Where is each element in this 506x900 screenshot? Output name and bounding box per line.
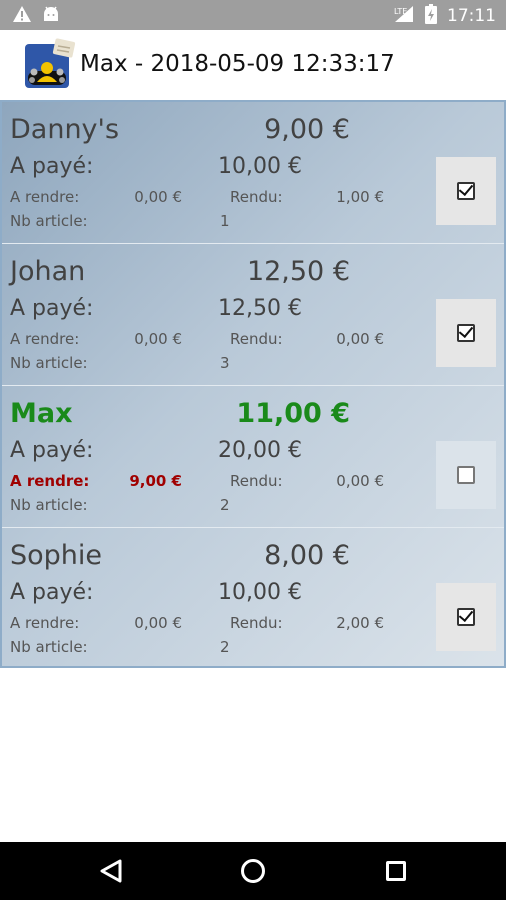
to-return-label: A rendre: bbox=[10, 614, 80, 632]
to-return-value: 0,00 € bbox=[134, 614, 182, 632]
order-total: 8,00 € bbox=[264, 540, 350, 571]
to-return-label: A rendre: bbox=[10, 472, 90, 490]
nb-article-label: Nb article: bbox=[10, 638, 88, 656]
back-icon[interactable] bbox=[98, 858, 124, 888]
list-item-active[interactable]: Max 11,00 € A payé: 20,00 € A rendre: 9,… bbox=[2, 386, 504, 528]
signal-lte-icon: LTE bbox=[393, 5, 415, 27]
paid-value: 10,00 € bbox=[218, 580, 302, 605]
warning-icon bbox=[12, 5, 32, 27]
nb-article-value: 3 bbox=[220, 354, 230, 372]
nb-article-value: 1 bbox=[220, 212, 230, 230]
client-name: Sophie bbox=[10, 540, 103, 571]
returned-value: 0,00 € bbox=[336, 330, 384, 348]
list-item[interactable]: Sophie 8,00 € A payé: 10,00 € A rendre: … bbox=[2, 528, 504, 670]
to-return-value: 0,00 € bbox=[134, 188, 182, 206]
navigation-bar bbox=[0, 842, 506, 900]
paid-label: A payé: bbox=[10, 296, 94, 321]
paid-label: A payé: bbox=[10, 438, 94, 463]
returned-label: Rendu: bbox=[230, 472, 283, 490]
to-return-value: 0,00 € bbox=[134, 330, 182, 348]
to-return-label: A rendre: bbox=[10, 188, 80, 206]
returned-label: Rendu: bbox=[230, 330, 283, 348]
app-bar: Max - 2018-05-09 12:33:17 bbox=[0, 30, 506, 100]
android-icon bbox=[42, 6, 60, 26]
svg-text:LTE: LTE bbox=[394, 7, 407, 16]
list-item[interactable]: Johan 12,50 € A payé: 12,50 € A rendre: … bbox=[2, 244, 504, 386]
checkbox-checked-icon bbox=[457, 608, 475, 626]
paid-value: 12,50 € bbox=[218, 296, 302, 321]
nb-article-label: Nb article: bbox=[10, 354, 88, 372]
recents-icon[interactable] bbox=[386, 861, 406, 881]
paid-checkbox[interactable] bbox=[436, 583, 496, 651]
to-return-label: A rendre: bbox=[10, 330, 80, 348]
nb-article-label: Nb article: bbox=[10, 496, 88, 514]
battery-icon bbox=[425, 4, 437, 28]
group-people-icon[interactable] bbox=[24, 38, 76, 90]
order-total: 12,50 € bbox=[246, 256, 350, 287]
list-item[interactable]: Danny's 9,00 € A payé: 10,00 € A rendre:… bbox=[2, 102, 504, 244]
paid-checkbox[interactable] bbox=[436, 299, 496, 367]
returned-label: Rendu: bbox=[230, 188, 283, 206]
status-time: 17:11 bbox=[447, 6, 496, 26]
returned-value: 1,00 € bbox=[336, 188, 384, 206]
paid-label: A payé: bbox=[10, 580, 94, 605]
order-total: 11,00 € bbox=[236, 398, 350, 429]
returned-value: 2,00 € bbox=[336, 614, 384, 632]
paid-checkbox[interactable] bbox=[436, 441, 496, 509]
nb-article-value: 2 bbox=[220, 496, 230, 514]
nb-article-value: 2 bbox=[220, 638, 230, 656]
client-name: Max bbox=[10, 398, 73, 429]
returned-value: 0,00 € bbox=[336, 472, 384, 490]
client-name: Johan bbox=[10, 256, 86, 287]
app-title: Max - 2018-05-09 12:33:17 bbox=[80, 51, 395, 77]
status-bar: LTE 17:11 bbox=[0, 0, 506, 30]
paid-checkbox[interactable] bbox=[436, 157, 496, 225]
paid-value: 10,00 € bbox=[218, 154, 302, 179]
client-name: Danny's bbox=[10, 114, 120, 145]
to-return-value: 9,00 € bbox=[129, 472, 182, 490]
order-list: Danny's 9,00 € A payé: 10,00 € A rendre:… bbox=[0, 100, 506, 668]
paid-label: A payé: bbox=[10, 154, 94, 179]
checkbox-checked-icon bbox=[457, 182, 475, 200]
order-total: 9,00 € bbox=[264, 114, 350, 145]
returned-label: Rendu: bbox=[230, 614, 283, 632]
checkbox-unchecked-icon bbox=[457, 466, 475, 484]
nb-article-label: Nb article: bbox=[10, 212, 88, 230]
paid-value: 20,00 € bbox=[218, 438, 302, 463]
home-icon[interactable] bbox=[241, 859, 265, 883]
checkbox-checked-icon bbox=[457, 324, 475, 342]
